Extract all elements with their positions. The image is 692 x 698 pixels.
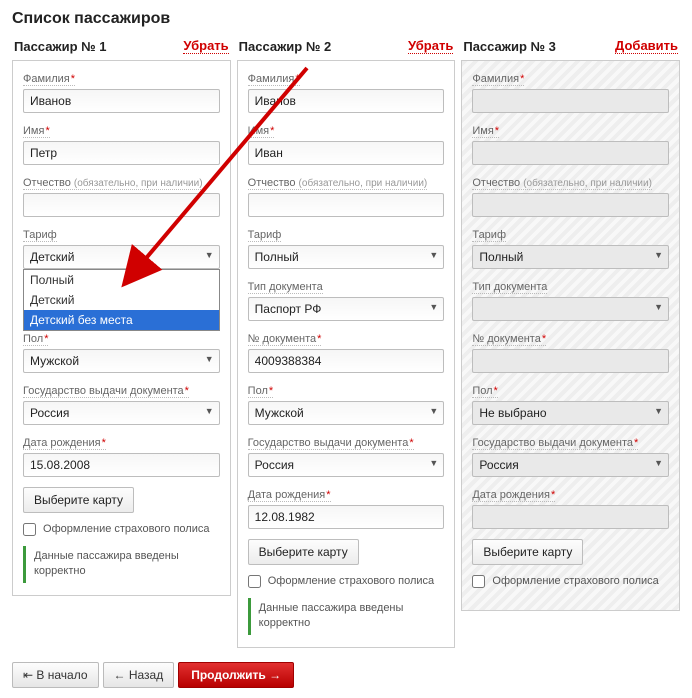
patronymic-input[interactable] [23,193,220,217]
name-input[interactable] [23,141,220,165]
passenger-title: Пассажир № 3 [463,39,556,54]
tariff-select[interactable]: Полный [472,245,669,269]
tariff-select[interactable]: Полный [248,245,445,269]
field-label: № документа* [472,333,546,346]
field-label: Пол* [23,333,48,346]
patronymic-input[interactable] [248,193,445,217]
passenger-panel: Фамилия* Имя* Отчество (обязательно, при н… [237,60,456,648]
field-label: Имя* [23,125,50,138]
tariff-option[interactable]: Детский [24,290,219,310]
field-label: Имя* [472,125,499,138]
field-label: Тип документа [472,281,547,294]
field-label: Государство выдачи документа* [248,437,414,450]
validation-ok-message: Данные пассажира введеныкорректно [248,598,445,635]
passenger-column: Пассажир № 3 Добавить Фамилия* Имя* Отчество… [461,34,680,648]
to-start-button[interactable]: ⇤ В начало [12,662,99,688]
passenger-action-link[interactable]: Добавить [615,38,678,54]
field-label: Отчество (обязательно, при наличии) [472,177,652,190]
field-label: Тариф [472,229,506,242]
sex-select[interactable]: Мужской [23,349,220,373]
field-label: Дата рождения* [23,437,106,450]
field-label: Дата рождения* [248,489,331,502]
passenger-title: Пассажир № 1 [14,39,107,54]
dob-input[interactable] [23,453,220,477]
name-input[interactable] [472,141,669,165]
insurance-label[interactable]: Оформление страхового полиса [248,575,434,587]
passenger-columns: Пассажир № 1 Убрать Фамилия* Имя* Отчество (… [12,34,680,648]
choose-card-button[interactable]: Выберите карту [472,539,583,565]
surname-input[interactable] [248,89,445,113]
field-label: Имя* [248,125,275,138]
issuing-country-select[interactable]: Россия [248,453,445,477]
field-label: Тип документа [248,281,323,294]
dob-input[interactable] [248,505,445,529]
passenger-title: Пассажир № 2 [239,39,332,54]
passenger-column: Пассажир № 1 Убрать Фамилия* Имя* Отчество (… [12,34,231,648]
continue-button[interactable]: Продолжить → [178,662,294,688]
field-label: Пол* [472,385,497,398]
passenger-panel: Фамилия* Имя* Отчество (обязательно, при н… [461,60,680,611]
field-label: Фамилия* [472,73,524,86]
field-label: № документа* [248,333,322,346]
field-label: Пол* [248,385,273,398]
tariff-option[interactable]: Детский без места [24,310,219,330]
field-label: Государство выдачи документа* [472,437,638,450]
bottom-button-row: ⇤ В начало ← Назад Продолжить → [12,662,680,688]
validation-ok-message: Данные пассажира введеныкорректно [23,546,220,583]
doc-number-input[interactable] [472,349,669,373]
passenger-action-link[interactable]: Убрать [408,38,453,54]
tariff-option[interactable]: Полный [24,270,219,290]
insurance-checkbox[interactable] [248,575,261,588]
field-label: Тариф [23,229,57,242]
choose-card-button[interactable]: Выберите карту [23,487,134,513]
surname-input[interactable] [472,89,669,113]
tariff-dropdown-list: ПолныйДетскийДетский без места [23,269,220,331]
sex-select[interactable]: Мужской [248,401,445,425]
choose-card-button[interactable]: Выберите карту [248,539,359,565]
patronymic-input[interactable] [472,193,669,217]
tariff-select[interactable]: Детский [23,245,220,269]
issuing-country-select[interactable]: Россия [23,401,220,425]
issuing-country-select[interactable]: Россия [472,453,669,477]
field-label: Отчество (обязательно, при наличии) [23,177,203,190]
insurance-checkbox[interactable] [472,575,485,588]
doc-type-select[interactable] [472,297,669,321]
sex-select[interactable]: Не выбрано [472,401,669,425]
field-label: Дата рождения* [472,489,555,502]
passenger-panel: Фамилия* Имя* Отчество (обязательно, при н… [12,60,231,596]
field-label: Отчество (обязательно, при наличии) [248,177,428,190]
field-label: Государство выдачи документа* [23,385,189,398]
field-label: Фамилия* [23,73,75,86]
passenger-action-link[interactable]: Убрать [183,38,228,54]
insurance-checkbox[interactable] [23,523,36,536]
doc-number-input[interactable] [248,349,445,373]
insurance-label[interactable]: Оформление страхового полиса [23,523,209,535]
surname-input[interactable] [23,89,220,113]
back-button[interactable]: ← Назад [103,662,175,688]
field-label: Фамилия* [248,73,300,86]
insurance-label[interactable]: Оформление страхового полиса [472,575,658,587]
field-label: Тариф [248,229,282,242]
passenger-column: Пассажир № 2 Убрать Фамилия* Имя* Отчество (… [237,34,456,648]
page-title: Список пассажиров [12,10,680,28]
doc-type-select[interactable]: Паспорт РФ [248,297,445,321]
dob-input[interactable] [472,505,669,529]
name-input[interactable] [248,141,445,165]
